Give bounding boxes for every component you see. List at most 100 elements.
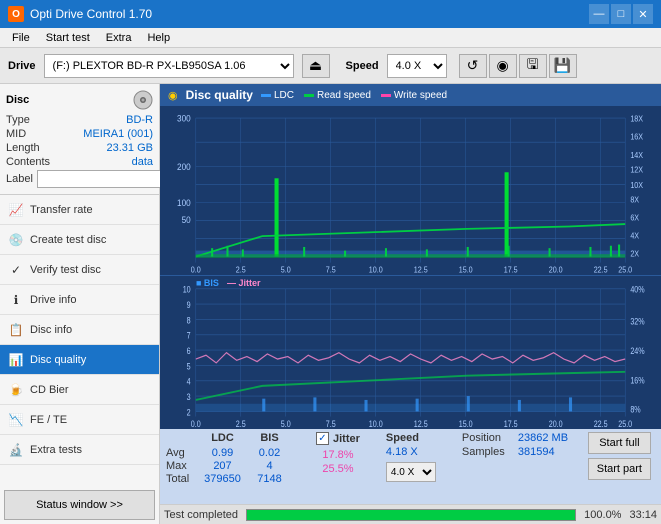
type-value: BD-R [126, 114, 153, 126]
transfer-rate-icon: 📈 [8, 202, 24, 218]
transfer-rate-label: Transfer rate [30, 204, 93, 216]
status-text: Test completed [164, 509, 238, 521]
svg-text:12X: 12X [630, 165, 643, 175]
sidebar-item-extra-tests[interactable]: 🔬 Extra tests [0, 435, 159, 465]
create-test-label: Create test disc [30, 234, 106, 246]
samples-val: 381594 [518, 446, 555, 458]
drive-icon-btn-1[interactable]: ↺ [459, 54, 487, 78]
svg-text:100: 100 [177, 197, 191, 208]
extra-tests-icon: 🔬 [8, 442, 24, 458]
cd-bier-label: CD Bier [30, 384, 69, 396]
svg-text:4: 4 [187, 377, 191, 387]
disc-info-icon: 📋 [8, 322, 24, 338]
menu-bar: File Start test Extra Help [0, 28, 661, 48]
drive-icon-btn-2[interactable]: ◉ [489, 54, 517, 78]
sidebar: Disc Type BD-R MID MEIRA1 (001) Length 2… [0, 84, 160, 524]
svg-text:20.0: 20.0 [549, 265, 564, 275]
verify-test-label: Verify test disc [30, 264, 101, 276]
legend-ldc: LDC [261, 90, 294, 101]
svg-text:17.5: 17.5 [504, 265, 519, 275]
label-input[interactable] [37, 170, 175, 188]
svg-text:16X: 16X [630, 132, 643, 142]
maximize-button[interactable]: □ [611, 4, 631, 24]
sidebar-item-fe-te[interactable]: 📉 FE / TE [0, 405, 159, 435]
mid-label: MID [6, 128, 26, 140]
drive-icon-btn-3[interactable]: 🖫 [519, 54, 547, 78]
ldc-col-header: LDC [200, 432, 245, 444]
svg-text:0.0: 0.0 [191, 265, 202, 275]
mid-value: MEIRA1 (001) [83, 128, 153, 140]
svg-text:12.5: 12.5 [414, 265, 429, 275]
svg-text:15.0: 15.0 [459, 419, 473, 429]
sidebar-item-cd-bier[interactable]: 🍺 CD Bier [0, 375, 159, 405]
svg-text:6: 6 [187, 346, 191, 356]
svg-text:7.5: 7.5 [326, 265, 337, 275]
sidebar-item-disc-quality[interactable]: 📊 Disc quality [0, 345, 159, 375]
menu-start-test[interactable]: Start test [38, 30, 98, 46]
svg-text:2.5: 2.5 [236, 419, 246, 429]
sidebar-item-create-test-disc[interactable]: 💿 Create test disc [0, 225, 159, 255]
svg-text:2X: 2X [630, 249, 639, 259]
jitter-col-header: Jitter [333, 433, 360, 445]
dq-header: ◉ Disc quality LDC Read speed Write spee… [160, 84, 661, 106]
svg-text:300: 300 [177, 113, 191, 124]
extra-tests-label: Extra tests [30, 444, 82, 456]
disc-info-label: Disc info [30, 324, 72, 336]
svg-text:12.5: 12.5 [414, 419, 428, 429]
drive-select[interactable]: (F:) PLEXTOR BD-R PX-LB950SA 1.06 [44, 54, 294, 78]
svg-text:10.0: 10.0 [369, 265, 384, 275]
menu-extra[interactable]: Extra [98, 30, 140, 46]
disc-title: Disc [6, 94, 29, 106]
svg-text:50: 50 [182, 214, 191, 225]
menu-file[interactable]: File [4, 30, 38, 46]
total-label: Total [166, 473, 198, 485]
svg-text:0.0: 0.0 [191, 419, 201, 429]
bis-col-header: BIS [247, 432, 292, 444]
svg-text:3: 3 [187, 392, 191, 402]
speed-select-drive[interactable]: 4.0 X [387, 54, 447, 78]
legend-read-speed: Read speed [304, 90, 371, 101]
bottom-chart-svg: 10 9 8 7 6 5 4 3 2 40% 32% 24% 16% 8% 0.… [160, 276, 661, 429]
close-button[interactable]: ✕ [633, 4, 653, 24]
speed-stat-select[interactable]: 4.0 X [386, 462, 436, 482]
svg-text:8: 8 [187, 315, 191, 325]
avg-bis: 0.02 [247, 447, 292, 459]
status-window-button[interactable]: Status window >> [4, 490, 155, 520]
svg-text:40%: 40% [630, 285, 644, 295]
dq-title: Disc quality [186, 88, 253, 102]
sidebar-item-disc-info[interactable]: 📋 Disc info [0, 315, 159, 345]
speed-stat-label: Speed [386, 432, 436, 444]
avg-ldc: 0.99 [200, 447, 245, 459]
jitter-checkbox[interactable]: ✓ [316, 432, 329, 445]
svg-text:6X: 6X [630, 213, 639, 223]
fe-te-label: FE / TE [30, 414, 67, 426]
speed-label: Speed [346, 60, 379, 72]
sidebar-item-transfer-rate[interactable]: 📈 Transfer rate [0, 195, 159, 225]
samples-label: Samples [462, 446, 514, 458]
svg-text:10.0: 10.0 [369, 419, 383, 429]
svg-text:22.5: 22.5 [594, 265, 609, 275]
svg-text:200: 200 [177, 161, 191, 172]
sidebar-item-drive-info[interactable]: ℹ Drive info [0, 285, 159, 315]
svg-text:14X: 14X [630, 150, 643, 160]
sidebar-item-verify-test-disc[interactable]: ✓ Verify test disc [0, 255, 159, 285]
menu-help[interactable]: Help [139, 30, 178, 46]
svg-text:2: 2 [187, 407, 191, 417]
progress-percent: 100.0% [584, 509, 621, 521]
fe-te-icon: 📉 [8, 412, 24, 428]
svg-text:22.5: 22.5 [594, 419, 608, 429]
start-full-button[interactable]: Start full [588, 432, 651, 454]
length-value: 23.31 GB [107, 142, 153, 154]
content-area: ◉ Disc quality LDC Read speed Write spee… [160, 84, 661, 524]
svg-text:4X: 4X [630, 231, 639, 241]
elapsed-time: 33:14 [629, 509, 657, 521]
drive-icon-btn-4[interactable]: 💾 [549, 54, 577, 78]
minimize-button[interactable]: — [589, 4, 609, 24]
legend-write-speed: Write speed [381, 90, 447, 101]
max-bis: 4 [247, 460, 292, 472]
stats-bar: LDC BIS Avg 0.99 0.02 Max 207 4 Total 37… [160, 429, 661, 504]
svg-text:16%: 16% [630, 375, 644, 385]
eject-button[interactable]: ⏏ [302, 54, 330, 78]
start-part-button[interactable]: Start part [588, 458, 651, 480]
label-key: Label [6, 173, 33, 185]
